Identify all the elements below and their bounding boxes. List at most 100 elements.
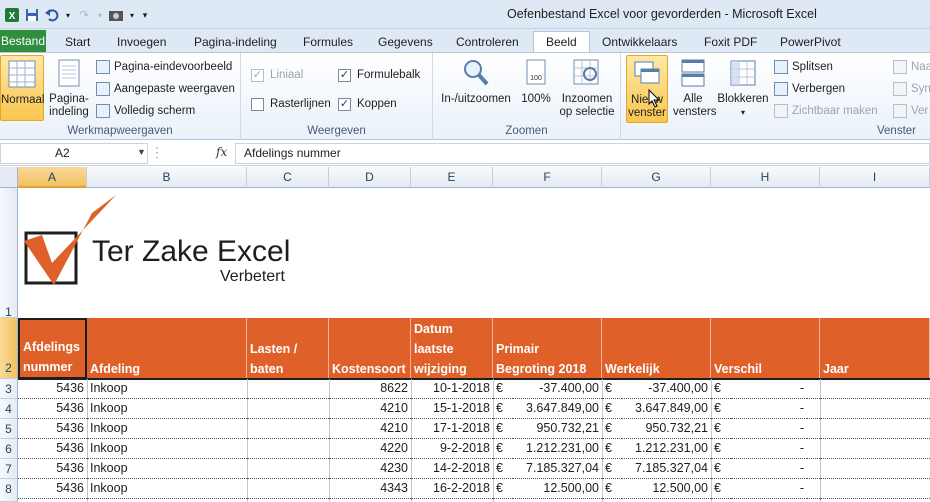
- formulebalk-checkbox[interactable]: ✓ Formulebalk: [338, 67, 420, 83]
- table-cell-cur3[interactable]: €: [711, 439, 731, 459]
- table-cell-nummer[interactable]: 5436: [18, 379, 87, 399]
- table-cell-verschil[interactable]: -: [731, 479, 807, 499]
- table-cell-begroting[interactable]: -37.400,00: [513, 379, 602, 399]
- table-cell-cur2[interactable]: €: [602, 419, 622, 439]
- table-cell-verschil[interactable]: -: [731, 379, 807, 399]
- table-cell-empty[interactable]: [820, 419, 930, 439]
- tab-gegevens[interactable]: Gegevens: [378, 32, 433, 53]
- table-cell-cur2[interactable]: €: [602, 479, 622, 499]
- tab-pagina-indeling[interactable]: Pagina-indeling: [194, 32, 277, 53]
- expand-dots-icon[interactable]: ⋮: [150, 144, 164, 161]
- redo-icon[interactable]: ↷: [76, 7, 92, 23]
- table-cell-afdeling[interactable]: Inkoop: [87, 379, 247, 399]
- tab-controleren[interactable]: Controleren: [456, 32, 519, 53]
- save-icon[interactable]: [24, 7, 40, 23]
- undo-icon[interactable]: [44, 7, 60, 23]
- table-cell-empty[interactable]: [807, 459, 820, 479]
- table-cell-kostensoort[interactable]: 4230: [329, 459, 411, 479]
- header-cell-lasten-baten[interactable]: Lasten / baten: [247, 318, 329, 379]
- table-cell-afdeling[interactable]: Inkoop: [87, 419, 247, 439]
- table-cell-cur3[interactable]: €: [711, 399, 731, 419]
- column-header-c[interactable]: C: [247, 167, 329, 188]
- table-cell-werkelijk[interactable]: 1.212.231,00: [622, 439, 711, 459]
- table-cell-nummer[interactable]: 5436: [18, 459, 87, 479]
- table-cell-kostensoort[interactable]: 4220: [329, 439, 411, 459]
- table-cell-datum[interactable]: 15-1-2018: [411, 399, 493, 419]
- in-uitzoomen-button[interactable]: In-/uitzoomen: [437, 55, 515, 106]
- naast-elkaar-button[interactable]: Naa: [893, 59, 930, 75]
- header-cell-verschil[interactable]: Verschil: [711, 318, 820, 379]
- table-cell-empty[interactable]: [820, 439, 930, 459]
- column-header-f[interactable]: F: [493, 167, 602, 188]
- table-cell-werkelijk[interactable]: -37.400,00: [622, 379, 711, 399]
- table-cell-datum[interactable]: 14-2-2018: [411, 459, 493, 479]
- table-cell-cur1[interactable]: €: [493, 459, 513, 479]
- row-header-4[interactable]: 4: [0, 399, 18, 419]
- table-cell-cur3[interactable]: €: [711, 479, 731, 499]
- row-header-1[interactable]: 1: [0, 188, 18, 319]
- header-cell-werkelijk[interactable]: Werkelijk: [602, 318, 711, 379]
- table-cell-empty[interactable]: [820, 459, 930, 479]
- undo-dropdown-icon[interactable]: ▾: [64, 7, 72, 23]
- tab-bestand[interactable]: Bestand: [0, 30, 46, 52]
- name-box[interactable]: A2: [0, 143, 148, 164]
- synchroon-schuiven-button[interactable]: Syn: [893, 81, 930, 97]
- table-cell-cur2[interactable]: €: [602, 399, 622, 419]
- pagina-indeling-button[interactable]: Pagina- indeling: [46, 55, 92, 119]
- column-header-i[interactable]: I: [820, 167, 930, 188]
- column-header-e[interactable]: E: [411, 167, 493, 188]
- excel-app-icon[interactable]: X: [4, 7, 20, 23]
- table-cell-empty[interactable]: [820, 479, 930, 499]
- row-header-8[interactable]: 8: [0, 479, 18, 502]
- table-cell-empty[interactable]: [807, 379, 820, 399]
- table-cell-empty[interactable]: [807, 479, 820, 499]
- table-cell-empty[interactable]: [247, 379, 329, 399]
- table-cell-cur2[interactable]: €: [602, 379, 622, 399]
- table-cell-werkelijk[interactable]: 3.647.849,00: [622, 399, 711, 419]
- table-cell-cur1[interactable]: €: [493, 479, 513, 499]
- tab-invoegen[interactable]: Invoegen: [117, 32, 166, 53]
- redo-dropdown-icon[interactable]: ▾: [96, 7, 104, 23]
- table-cell-cur3[interactable]: €: [711, 379, 731, 399]
- table-cell-nummer[interactable]: 5436: [18, 439, 87, 459]
- blokkeren-button[interactable]: Blokkeren ▾: [715, 55, 771, 119]
- header-cell-jaar[interactable]: Jaar: [820, 318, 930, 379]
- table-cell-empty[interactable]: [247, 439, 329, 459]
- header-cell-begroting[interactable]: Primair Begroting 2018: [493, 318, 602, 379]
- table-cell-nummer[interactable]: 5436: [18, 419, 87, 439]
- name-box-dropdown-icon[interactable]: ▼: [137, 147, 146, 157]
- row-header-7[interactable]: 7: [0, 459, 18, 479]
- table-cell-datum[interactable]: 9-2-2018: [411, 439, 493, 459]
- row-header-3[interactable]: 3: [0, 379, 18, 399]
- header-cell-afdeling[interactable]: Afdeling: [87, 318, 247, 379]
- table-cell-werkelijk[interactable]: 12.500,00: [622, 479, 711, 499]
- column-header-b[interactable]: B: [87, 167, 247, 188]
- header-cell-datum[interactable]: Datum laatste wijziging: [411, 318, 493, 379]
- select-all-corner[interactable]: [0, 167, 18, 188]
- vensterpositie-herstellen-button[interactable]: Ver: [893, 103, 928, 119]
- table-cell-cur3[interactable]: €: [711, 419, 731, 439]
- table-cell-afdeling[interactable]: Inkoop: [87, 459, 247, 479]
- table-cell-cur1[interactable]: €: [493, 419, 513, 439]
- normaal-button[interactable]: Normaal: [0, 55, 44, 121]
- inzoomen-op-selectie-button[interactable]: Inzoomen op selectie: [557, 55, 617, 119]
- table-cell-empty[interactable]: [247, 459, 329, 479]
- table-cell-begroting[interactable]: 950.732,21: [513, 419, 602, 439]
- table-cell-begroting[interactable]: 7.185.327,04: [513, 459, 602, 479]
- table-cell-empty[interactable]: [820, 379, 930, 399]
- zichtbaar-maken-button[interactable]: Zichtbaar maken: [774, 103, 878, 119]
- table-cell-cur3[interactable]: €: [711, 459, 731, 479]
- table-cell-kostensoort[interactable]: 4210: [329, 419, 411, 439]
- table-cell-empty[interactable]: [247, 479, 329, 499]
- table-cell-empty[interactable]: [807, 439, 820, 459]
- alle-vensters-button[interactable]: Alle vensters: [673, 55, 716, 119]
- liniaal-checkbox[interactable]: ✓ Liniaal: [251, 67, 303, 83]
- table-cell-begroting[interactable]: 3.647.849,00: [513, 399, 602, 419]
- formula-input[interactable]: Afdelings nummer: [235, 143, 930, 164]
- tab-beeld[interactable]: Beeld: [533, 31, 590, 54]
- column-header-a[interactable]: A: [18, 167, 87, 188]
- zoom-100-button[interactable]: 100 100%: [519, 55, 553, 106]
- table-cell-cur1[interactable]: €: [493, 379, 513, 399]
- table-cell-datum[interactable]: 17-1-2018: [411, 419, 493, 439]
- rasterlijnen-checkbox[interactable]: Rasterlijnen: [251, 96, 331, 112]
